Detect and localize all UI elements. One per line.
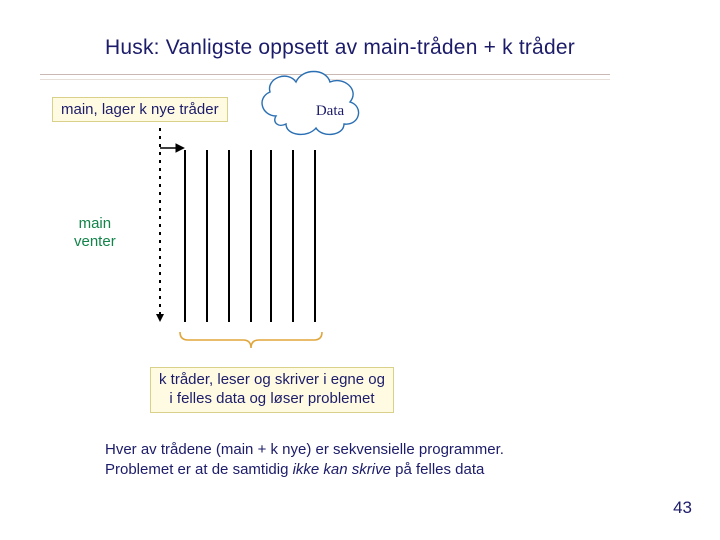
threads-brace <box>180 332 322 348</box>
main-thread-arrowhead <box>156 314 164 322</box>
thread-diagram: Data <box>0 0 720 540</box>
data-cloud-label: Data <box>316 103 345 119</box>
